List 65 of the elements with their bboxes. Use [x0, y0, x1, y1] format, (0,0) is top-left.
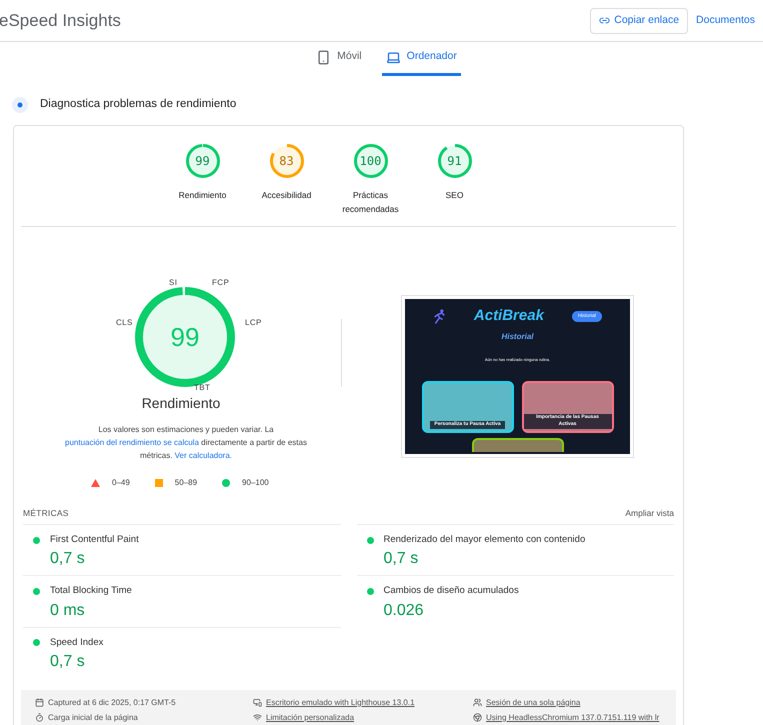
link-icon [599, 15, 610, 26]
legend-label: 0–49 [112, 477, 130, 490]
expand-view-link[interactable]: Ampliar vista [625, 507, 674, 520]
users-icon [473, 698, 482, 708]
footer-text: Captured at 6 dic 2025, 0:17 GMT-5 [48, 696, 176, 709]
footer-link[interactable]: Sesión de una sola página [486, 696, 580, 709]
devices-icon [253, 698, 262, 708]
app-title: eSpeed Insights [0, 10, 122, 32]
score-note: Los valores son estimaciones y pueden variar. La puntuación del rendimiento se calcula directamente a partir de estas métricas. Ver calculadora. [64, 424, 308, 462]
metric-value: 0,7 s [50, 652, 86, 672]
metric-value: 0,7 s [384, 549, 420, 570]
score-value: 83 [279, 153, 294, 170]
score-gauge [270, 144, 304, 178]
footer-text: Carga inicial de la página [48, 712, 138, 724]
triangle-icon [91, 479, 100, 488]
device-tab[interactable]: Ordenador [382, 49, 461, 76]
circle-icon [222, 479, 230, 488]
metric-name: Total Blocking Time [50, 584, 132, 598]
category-label: Rendimiento [178, 189, 226, 202]
app-logo-text: ActiBreak [474, 306, 544, 326]
metric-name: Cambios de diseño acumulados [384, 584, 519, 598]
calculator-link[interactable]: Ver calculadora. [174, 451, 232, 460]
footer-link[interactable]: Escritorio emulado with Lighthouse 13.0.1 [266, 696, 415, 709]
legend-label: 90–100 [242, 477, 269, 490]
calendar-icon [35, 698, 44, 708]
score-value: 91 [447, 153, 462, 170]
gauge-title: Rendimiento [140, 394, 222, 414]
metric-value: 0.026 [384, 600, 425, 620]
metric-name: Speed Index [50, 636, 104, 650]
target-icon [12, 96, 28, 113]
footer-link[interactable]: Using HeadlessChromium 137.0.7151.119 with lr [486, 712, 660, 724]
metrics-title: MÉTRICAS [23, 507, 69, 520]
score-value: 99 [170, 320, 200, 354]
laptop-icon [386, 50, 401, 65]
metric-value: 0 ms [50, 600, 86, 620]
history-heading: Historial [501, 330, 534, 343]
score-gauge [438, 144, 472, 178]
copy-link-button[interactable]: Copiar enlace [590, 8, 688, 34]
metric-abbreviation: CLS [116, 317, 133, 330]
category-label: SEO [446, 189, 464, 202]
metric-value: 0,7 s [50, 549, 86, 570]
metric-abbreviation: LCP [245, 317, 262, 330]
score-value: 99 [195, 153, 210, 170]
browser-icon [473, 713, 482, 722]
section-title: Diagnostica problemas de rendimiento [40, 97, 236, 112]
score-gauge [186, 144, 220, 178]
category-label: Accesibilidad [262, 189, 312, 202]
metric-abbreviation: SI [169, 277, 178, 290]
phone-icon [316, 50, 332, 65]
score-gauge [354, 144, 388, 178]
docs-link[interactable]: Documentos [696, 12, 755, 28]
metric-abbreviation: TBT [194, 382, 210, 394]
wifi-icon [253, 713, 262, 722]
timer-icon [35, 713, 44, 722]
score-value: 100 [360, 153, 382, 170]
metric-abbreviation: FCP [212, 277, 230, 290]
footer-link[interactable]: Limitación personalizada [266, 712, 354, 724]
runner-logo-icon [433, 306, 446, 326]
device-tab[interactable]: Móvil [312, 49, 366, 76]
legend-label: 50–89 [174, 477, 198, 490]
metric-name: Renderizado del mayor elemento con contenido [384, 533, 586, 547]
metric-name: First Contentful Paint [50, 533, 139, 547]
category-label: Prácticas recomendadas [341, 189, 400, 216]
score-calculation-link[interactable]: puntuación del rendimiento se calcula [65, 438, 199, 448]
square-icon [154, 479, 163, 488]
